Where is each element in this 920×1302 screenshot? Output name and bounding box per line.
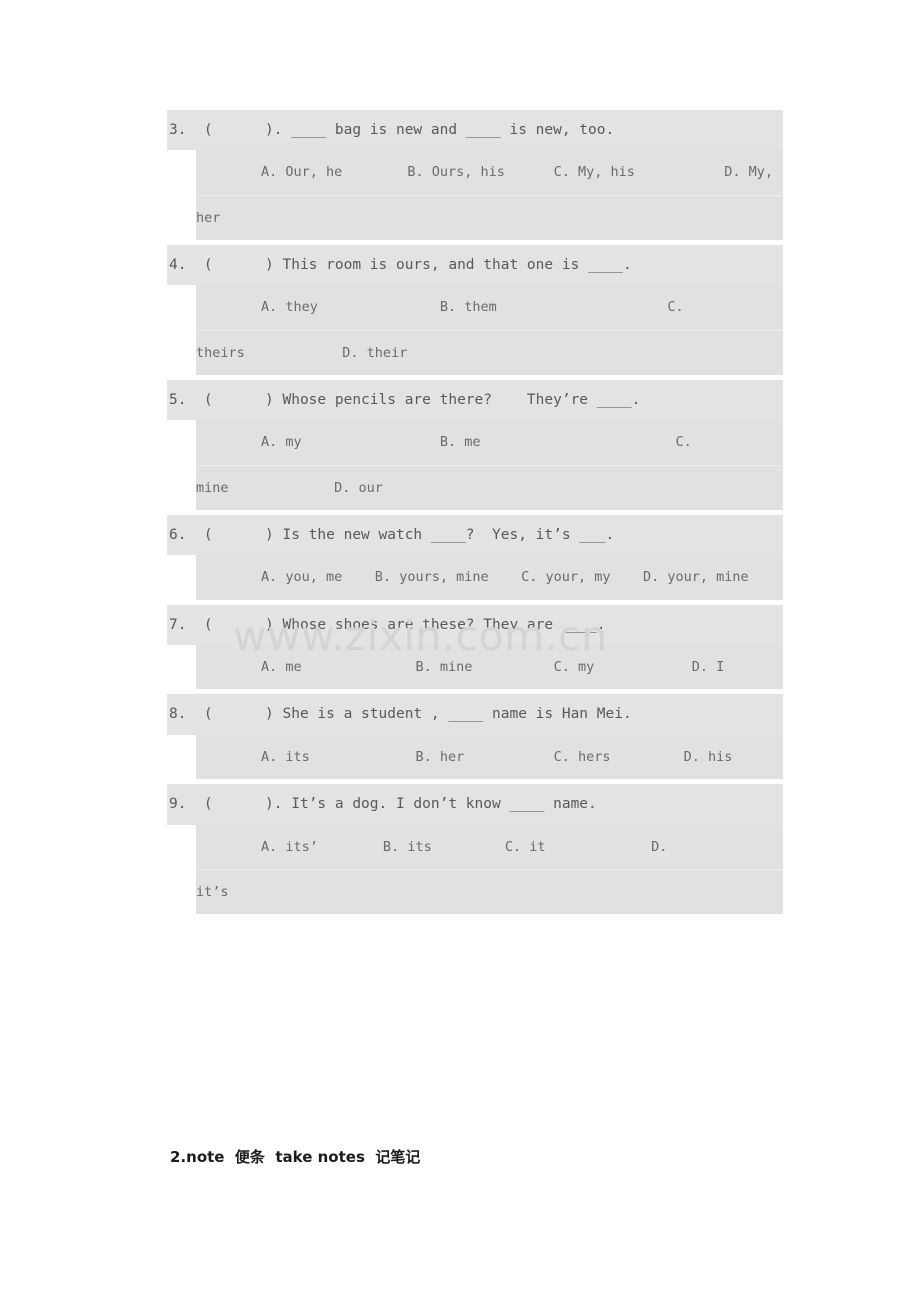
document-body: 3. ( ). ____ bag is new and ____ is new,… <box>167 110 783 919</box>
quiz-question-item: 8. ( ) She is a student , ____ name is H… <box>167 694 783 780</box>
choice-line[interactable]: A. its B. her C. hers D. his <box>196 735 783 779</box>
question-choices: A. they B. them C. theirs D. their <box>196 285 783 375</box>
question-stem: 5. ( ) Whose pencils are there? They’re … <box>167 379 783 421</box>
quiz-question-item: 9. ( ). It’s a dog. I don’t know ____ na… <box>167 784 783 915</box>
question-choices: A. my B. me C. mine D. our <box>196 420 783 510</box>
choice-line[interactable]: A. its’ B. its C. it D. <box>196 825 783 869</box>
question-choices: A. me B. mine C. my D. I <box>196 645 783 690</box>
question-choices: A. its B. her C. hers D. his <box>196 734 783 780</box>
choice-line-continuation[interactable]: it’s <box>196 868 783 914</box>
question-stem: 9. ( ). It’s a dog. I don’t know ____ na… <box>167 784 783 825</box>
choice-line[interactable]: A. you, me B. yours, mine C. your, my D.… <box>196 555 783 599</box>
choice-line[interactable]: A. Our, he B. Ours, his C. My, his D. My… <box>196 150 783 194</box>
vocabulary-note: 2.note 便条 take notes 记笔记 <box>170 1148 421 1166</box>
quiz-question-item: 4. ( ) This room is ours, and that one i… <box>167 244 783 375</box>
question-stem: 3. ( ). ____ bag is new and ____ is new,… <box>167 110 783 151</box>
question-stem: 8. ( ) She is a student , ____ name is H… <box>167 694 783 735</box>
question-choices: A. its’ B. its C. it D. it’s <box>196 824 783 915</box>
document-page: 3. ( ). ____ bag is new and ____ is new,… <box>0 0 920 1302</box>
question-stem: 6. ( ) Is the new watch ____? Yes, it’s … <box>167 514 783 556</box>
choice-line-continuation[interactable]: theirs D. their <box>196 329 783 375</box>
question-choices: A. Our, he B. Ours, his C. My, his D. My… <box>196 150 783 240</box>
multiple-choice-quiz: 3. ( ). ____ bag is new and ____ is new,… <box>167 110 783 915</box>
choice-line[interactable]: A. me B. mine C. my D. I <box>196 645 783 689</box>
choice-line-continuation[interactable]: mine D. our <box>196 464 783 510</box>
choice-line-continuation[interactable]: her <box>196 194 783 240</box>
quiz-question-item: 6. ( ) Is the new watch ____? Yes, it’s … <box>167 514 783 600</box>
choice-line[interactable]: A. they B. them C. <box>196 285 783 329</box>
choice-line[interactable]: A. my B. me C. <box>196 420 783 464</box>
question-stem: 4. ( ) This room is ours, and that one i… <box>167 244 783 286</box>
quiz-question-item: 3. ( ). ____ bag is new and ____ is new,… <box>167 110 783 240</box>
question-choices: A. you, me B. yours, mine C. your, my D.… <box>196 555 783 600</box>
quiz-question-item: 5. ( ) Whose pencils are there? They’re … <box>167 379 783 510</box>
question-stem: 7. ( ) Whose shoes are these? They are _… <box>167 604 783 646</box>
quiz-question-item: 7. ( ) Whose shoes are these? They are _… <box>167 604 783 690</box>
